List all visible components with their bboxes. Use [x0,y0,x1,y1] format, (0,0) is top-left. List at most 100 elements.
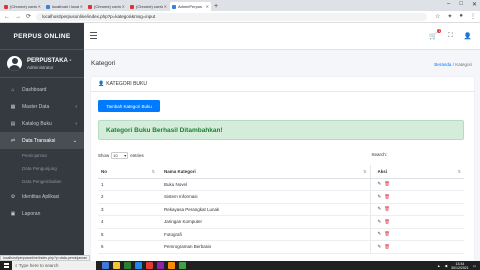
category-table: No ⇅ Nama Kategori ⇅ Aksi ⇅ 1 Buku Novel ✎ 🗑 2 S… [98,165,464,254]
breadcrumb-separator: / [452,62,454,67]
table-row: 2 Sistem Informasi ✎ 🗑 [98,190,464,204]
tab-label: (Chrome) contoh - YouTube Stu [136,4,163,9]
edit-icon[interactable]: ✎ [378,206,382,211]
sidebar-subitem-peminjaman[interactable]: Peminjaman [0,149,84,162]
edit-icon[interactable]: ✎ [378,244,382,249]
sidebar: PERPUS ONLINE PERPUSTAKA - Administrator… [0,23,84,261]
hamburger-menu-icon[interactable] [90,32,97,39]
delete-icon[interactable]: 🗑 [384,206,390,211]
success-alert: Kategori Buku Berhasil Ditambahkan! [98,120,464,140]
close-tab-icon[interactable]: ✕ [206,4,209,9]
close-tab-icon[interactable]: ✕ [164,4,167,9]
table-row: 1 Buku Novel ✎ 🗑 [98,178,464,191]
expand-icon[interactable]: ⛶ [448,32,453,40]
address-bar: ← → ⟳ localhost/perpusonline/index.php?p… [0,11,480,23]
app-icon[interactable] [157,262,164,269]
delete-icon[interactable]: 🗑 [384,219,390,224]
entries-select[interactable]: 10 ▾ [111,152,129,159]
row-actions: ✎ 🗑 [369,178,464,191]
delete-icon[interactable]: 🗑 [384,181,390,186]
sort-icon: ⇅ [363,168,367,174]
user-icon[interactable]: 👤 [464,32,472,40]
grid-icon: ▦ [10,103,16,110]
row-number: 6 [98,240,158,254]
brand-title[interactable]: PERPUS ONLINE [0,23,84,50]
minimize-button[interactable]: – [447,1,450,8]
cart-icon[interactable]: 🛒 1 [429,29,442,40]
category-name: Pemrograman Berbasis [158,240,370,254]
sidebar-item-identitas-aplikasi[interactable]: ⚙ Identitas Aplikasi [0,188,84,205]
edge-icon[interactable] [135,262,142,269]
tab-label: AdminPerpus [178,4,203,9]
edit-icon[interactable]: ✎ [378,181,382,186]
breadcrumb: Beranda / Kategori [434,62,472,67]
delete-icon[interactable]: 🗑 [384,244,390,249]
sidebar-item-laporan[interactable]: ▣ Laporan [0,205,84,222]
taskbar-apps [102,262,186,269]
profile-icon[interactable]: ● [459,13,463,20]
edit-icon[interactable]: ✎ [378,219,382,224]
delete-icon[interactable]: 🗑 [384,231,390,236]
sidebar-item-data-transaksi[interactable]: ⇄ Data Transaksi ⌄ [0,132,84,149]
card-header: 👤 KATEGORI BUKU [91,77,474,92]
card-title: KATEGORI BUKU [106,81,147,87]
app-icon[interactable] [168,262,175,269]
sidebar-item-dashboard[interactable]: ⌂ Dashboard [0,81,84,98]
browser-tab[interactable]: (Chrome) contoh - YouTube Stu✕ [128,2,169,11]
close-tab-icon[interactable]: ✕ [38,4,41,9]
entries-value: 10 [113,153,118,158]
star-icon[interactable]: ☆ [435,13,440,20]
excel-icon[interactable] [124,262,131,269]
task-view-icon[interactable] [102,262,109,269]
new-tab-button[interactable]: + [214,2,218,11]
browser-tab[interactable]: AdminPerpus ✕ [170,2,211,11]
delete-icon[interactable]: 🗑 [384,194,390,199]
user-name[interactable]: PERPUSTAKA - [27,58,71,64]
edit-icon[interactable]: ✎ [378,231,382,236]
sort-icon: ⇅ [151,168,155,174]
sidebar-item-master-data[interactable]: ▦ Master Data ‹ [0,98,84,115]
wifi-icon[interactable]: ▲ [437,264,440,268]
windows-taskbar: ⌕ Type here to search ▲ ◀ 13:34 30/12/20… [0,261,480,270]
browser-tab[interactable]: localhost / localhost / perpusta✕ [44,2,85,11]
file-explorer-icon[interactable] [113,262,120,269]
back-icon[interactable]: ← [4,14,10,20]
chevron-down-icon: ▾ [124,153,127,158]
notifications-icon[interactable]: ▭ [473,264,476,268]
browser-tab[interactable]: (Chrome) contoh - YouTube Stu✕ [86,2,127,11]
menu-dots-icon[interactable]: ⋮ [470,13,476,20]
column-header-nama-kategori[interactable]: Nama Kategori ⇅ [158,165,370,179]
browser-tab[interactable]: (Chrome) contoh - YouTube Stu✕ [2,2,43,11]
chrome-icon[interactable] [146,262,153,269]
row-number: 4 [98,215,158,229]
sidebar-subitem-pengunjung[interactable]: Data Pengunjung [0,162,84,175]
reload-icon[interactable]: ⟳ [26,13,31,20]
app-icon[interactable] [179,262,186,269]
sidebar-item-katalog-buku[interactable]: ▤ Katalog Buku ‹ [0,115,84,132]
close-tab-icon[interactable]: ✕ [80,4,83,9]
file-icon: ▣ [10,210,16,217]
close-tab-icon[interactable]: ✕ [122,4,125,9]
sidebar-subitem-pengembalian[interactable]: Data Pengembalian [0,175,84,188]
volume-icon[interactable]: ◀ [444,264,447,268]
add-category-button[interactable]: Tambah Kategori Buku [98,100,160,112]
url-input[interactable]: localhost/perpusonline/index.php?p=kateg… [36,12,427,21]
forward-icon[interactable]: → [15,14,21,20]
sidebar-item-label: Identitas Aplikasi [22,193,60,200]
chevron-left-icon: ‹ [75,103,77,110]
notification-badge: 1 [437,29,442,33]
column-header-aksi[interactable]: Aksi ⇅ [369,165,464,179]
close-window-button[interactable]: ✕ [472,1,477,8]
clock[interactable]: 13:34 30/12/2021 [451,262,469,270]
extensions-icon[interactable]: ✦ [447,13,452,20]
taskbar-search-input[interactable]: ⌕ Type here to search [12,261,96,270]
row-actions: ✎ 🗑 [369,240,464,254]
edit-icon[interactable]: ✎ [378,194,382,199]
table-row: 4 Jaringan Komputer ✎ 🗑 [98,215,464,229]
tab-favicon-icon [46,4,50,9]
maximize-button[interactable]: □ [459,1,463,8]
windows-start-icon[interactable] [0,261,12,270]
column-header-no[interactable]: No ⇅ [98,165,158,179]
breadcrumb-home[interactable]: Beranda [434,62,451,67]
window-controls: – □ ✕ [447,1,477,8]
